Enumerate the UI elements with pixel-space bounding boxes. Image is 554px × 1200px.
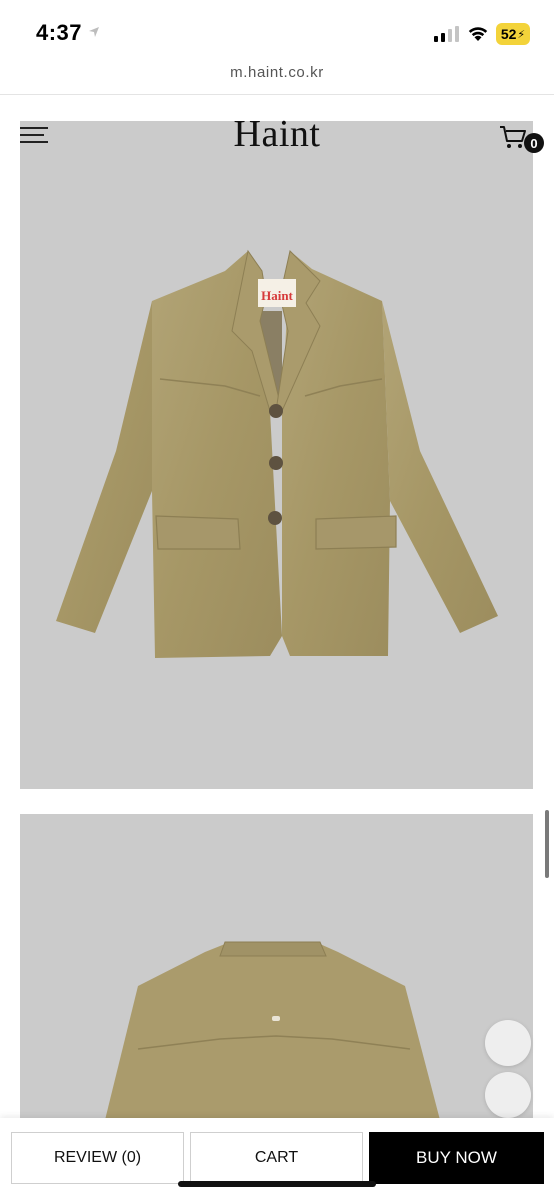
status-bar: 4:37 52 ⚡ — [0, 0, 554, 58]
battery-indicator: 52 ⚡ — [496, 23, 530, 45]
page-scrollbar[interactable] — [545, 810, 549, 878]
jacket-front-image: Haint — [56, 249, 498, 658]
buy-now-button[interactable]: BUY NOW — [369, 1132, 544, 1184]
review-button[interactable]: REVIEW (0) — [11, 1132, 184, 1184]
bottom-action-bar: REVIEW (0) CART BUY NOW — [0, 1118, 554, 1200]
product-image-front[interactable]: Haint — [20, 121, 533, 789]
status-time: 4:37 — [36, 20, 83, 45]
signal-icon — [434, 26, 459, 42]
charging-bolt-icon: ⚡ — [517, 28, 526, 41]
site-logo[interactable]: Haint — [0, 112, 554, 156]
browser-url-bar[interactable]: m.haint.co.kr — [0, 58, 554, 95]
location-arrow-icon — [89, 27, 99, 37]
add-to-cart-button[interactable]: CART — [190, 1132, 363, 1184]
url-text: m.haint.co.kr — [230, 64, 324, 81]
product-image-back[interactable] — [20, 814, 533, 1120]
floating-action-button[interactable] — [485, 1072, 531, 1118]
brand-label-text: Haint — [261, 288, 293, 303]
wifi-icon — [468, 27, 488, 41]
home-indicator[interactable] — [178, 1181, 376, 1187]
battery-level: 52 — [500, 26, 517, 42]
cart-count-badge: 0 — [524, 133, 544, 153]
jacket-back-image — [105, 941, 440, 1120]
floating-action-button[interactable] — [485, 1020, 531, 1066]
